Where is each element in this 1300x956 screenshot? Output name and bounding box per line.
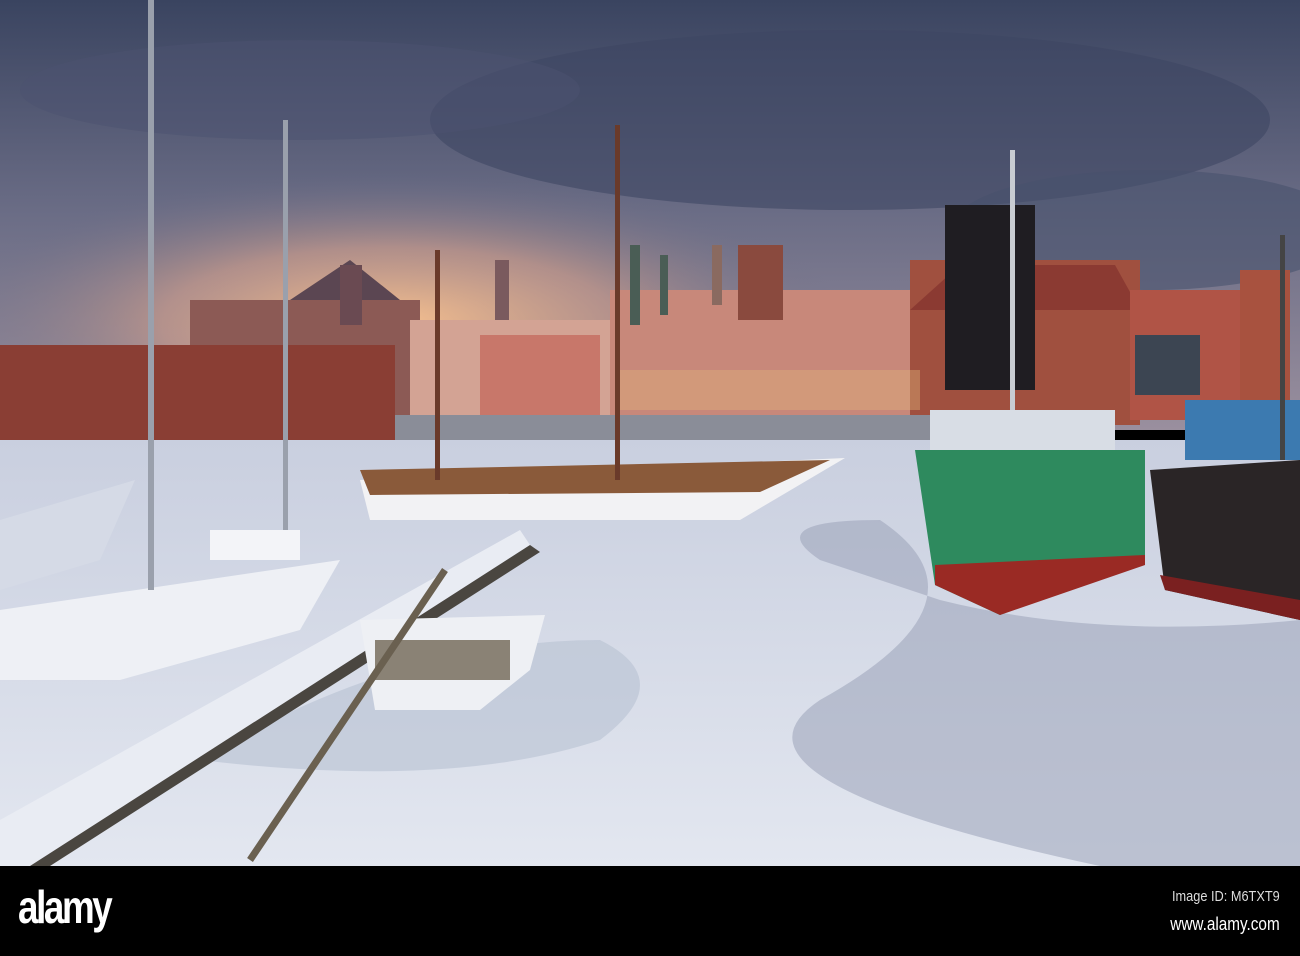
stock-photo: alamy Image ID: M6TXT9 www.alamy.com bbox=[0, 0, 1300, 956]
frozen-harbor-photo bbox=[0, 0, 1300, 866]
image-id: Image ID: M6TXT9 bbox=[1172, 888, 1280, 905]
alamy-logo: alamy bbox=[18, 881, 113, 933]
watermark-bar: alamy Image ID: M6TXT9 www.alamy.com bbox=[0, 866, 1300, 956]
site-url: www.alamy.com bbox=[1170, 914, 1280, 934]
